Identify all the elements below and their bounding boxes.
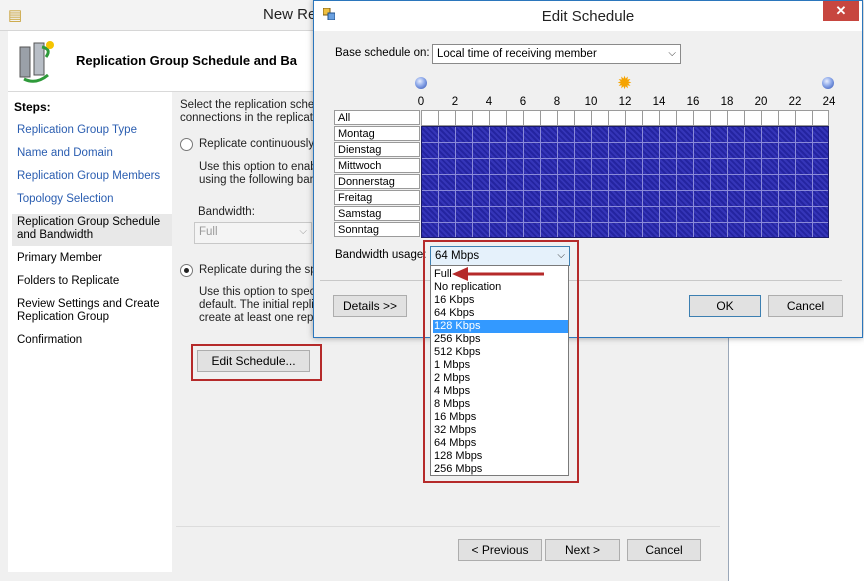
day-row-freitag[interactable]: Freitag [334, 190, 420, 205]
day-row-mittwoch[interactable]: Mittwoch [334, 158, 420, 173]
option1-desc-line2: using the following band [199, 174, 323, 186]
option2-desc-line2: default. The initial replica [199, 299, 326, 311]
bandwidth-label: Bandwidth: [198, 206, 255, 218]
hour-tick-label: 20 [754, 96, 768, 108]
option2-desc-line3: create at least one replic [199, 312, 325, 324]
option2-desc-line1: Use this option to specify [199, 286, 327, 298]
bandwidth-dropdown-list[interactable]: Full No replication 16 Kbps 64 Kbps 128 Kbps… [430, 265, 569, 476]
dropdown-option[interactable]: 128 Kbps [433, 320, 568, 333]
dropdown-option[interactable]: 256 Mbps [433, 463, 568, 476]
dialog-title: Edit Schedule [541, 8, 635, 25]
annotation-arrow-icon [452, 267, 544, 281]
day-row-montag[interactable]: Montag [334, 126, 420, 141]
hour-tick-label: 6 [519, 96, 527, 108]
steps-panel: Steps: Replication Group Type Name and D… [8, 92, 172, 572]
step-confirmation: Confirmation [17, 334, 83, 346]
intro-text-line1: Select the replication schedu [180, 99, 328, 111]
dropdown-option[interactable]: 64 Kbps [433, 307, 568, 320]
edit-schedule-button[interactable]: Edit Schedule... [197, 350, 310, 372]
dropdown-option[interactable]: 1 Mbps [433, 359, 568, 372]
sun-noon-icon: ✹ [617, 73, 633, 93]
dropdown-option[interactable]: 32 Mbps [433, 424, 568, 437]
chevron-down-icon: ⌵ [668, 48, 676, 59]
wizard-title: New Re [263, 6, 317, 23]
hour-tick-label: 2 [451, 96, 459, 108]
base-schedule-label: Base schedule on: [335, 47, 430, 59]
hour-tick-label: 14 [652, 96, 666, 108]
step-review-settings: Review Settings and Create Replication G… [17, 298, 160, 323]
details-button[interactable]: Details >> [333, 295, 407, 317]
dialog-title-bar: Edit Schedule ✕ [314, 1, 862, 31]
dropdown-option[interactable]: 128 Mbps [433, 450, 568, 463]
chevron-down-icon: ⌵ [299, 226, 307, 237]
replication-servers-icon [16, 39, 56, 83]
replicate-during-specified-radio[interactable] [180, 264, 193, 277]
hour-tick-label: 12 [618, 96, 632, 108]
hour-tick-label: 18 [720, 96, 734, 108]
hour-tick-label: 0 [417, 96, 425, 108]
dropdown-option[interactable]: 2 Mbps [433, 372, 568, 385]
base-schedule-select[interactable]: Local time of receiving member ⌵ [432, 44, 681, 64]
base-schedule-value: Local time of receiving member [437, 48, 597, 60]
hour-selector-row[interactable] [421, 110, 829, 126]
bandwidth-usage-label: Bandwidth usage: [335, 249, 427, 261]
dropdown-option[interactable]: 64 Mbps [433, 437, 568, 450]
dropdown-option[interactable]: 8 Mbps [433, 398, 568, 411]
day-row-donnerstag[interactable]: Donnerstag [334, 174, 420, 189]
dropdown-option[interactable]: 512 Kbps [433, 346, 568, 359]
day-row-samstag[interactable]: Samstag [334, 206, 420, 221]
dropdown-option[interactable]: No replication [433, 281, 568, 294]
step-primary-member: Primary Member [17, 252, 102, 264]
step-replication-group-type[interactable]: Replication Group Type [17, 124, 167, 137]
hour-tick-label: 4 [485, 96, 493, 108]
step-schedule-and-bandwidth: Replication Group Schedule and Bandwidth [12, 214, 172, 246]
dropdown-option[interactable]: 256 Kbps [433, 333, 568, 346]
wizard-cancel-button[interactable]: Cancel [627, 539, 701, 561]
hour-tick-label: 22 [788, 96, 802, 108]
app-icon: ▤ [8, 7, 23, 24]
select-all-days-button[interactable]: All [334, 110, 420, 125]
steps-title: Steps: [14, 100, 51, 114]
dropdown-option[interactable]: 16 Mbps [433, 411, 568, 424]
hour-tick-label: 8 [553, 96, 561, 108]
dialog-separator [320, 280, 842, 281]
dialog-cancel-button[interactable]: Cancel [768, 295, 843, 317]
dropdown-option[interactable]: 16 Kbps [433, 294, 568, 307]
bandwidth-select-disabled: Full ⌵ [194, 222, 312, 244]
replicate-continuously-label[interactable]: Replicate continuously u [199, 138, 324, 151]
step-topology-selection[interactable]: Topology Selection [17, 193, 167, 206]
step-name-and-domain[interactable]: Name and Domain [17, 147, 167, 160]
option1-desc-line1: Use this option to enable [199, 161, 326, 173]
replicate-during-specified-label[interactable]: Replicate during the spe [199, 264, 323, 277]
day-row-sonntag[interactable]: Sonntag [334, 222, 420, 237]
wizard-header-title: Replication Group Schedule and Ba [76, 53, 298, 68]
day-row-dienstag[interactable]: Dienstag [334, 142, 420, 157]
close-icon[interactable]: ✕ [823, 1, 859, 21]
hour-tick-label: 24 [822, 96, 836, 108]
schedule-grid[interactable] [421, 126, 829, 238]
step-replication-group-members[interactable]: Replication Group Members [17, 170, 167, 183]
previous-button[interactable]: < Previous [458, 539, 542, 561]
dropdown-option[interactable]: 4 Mbps [433, 385, 568, 398]
ok-button[interactable]: OK [689, 295, 761, 317]
intro-text-line2: connections in the replicatio [180, 112, 322, 124]
hour-tick-label: 10 [584, 96, 598, 108]
next-button[interactable]: Next > [545, 539, 620, 561]
bandwidth-select-value: Full [199, 226, 218, 238]
moon-midnight-end-icon [822, 77, 834, 89]
hour-tick-label: 16 [686, 96, 700, 108]
step-folders-to-replicate: Folders to Replicate [17, 275, 120, 287]
replicate-continuously-radio[interactable] [180, 138, 193, 151]
moon-midnight-icon [415, 77, 427, 89]
